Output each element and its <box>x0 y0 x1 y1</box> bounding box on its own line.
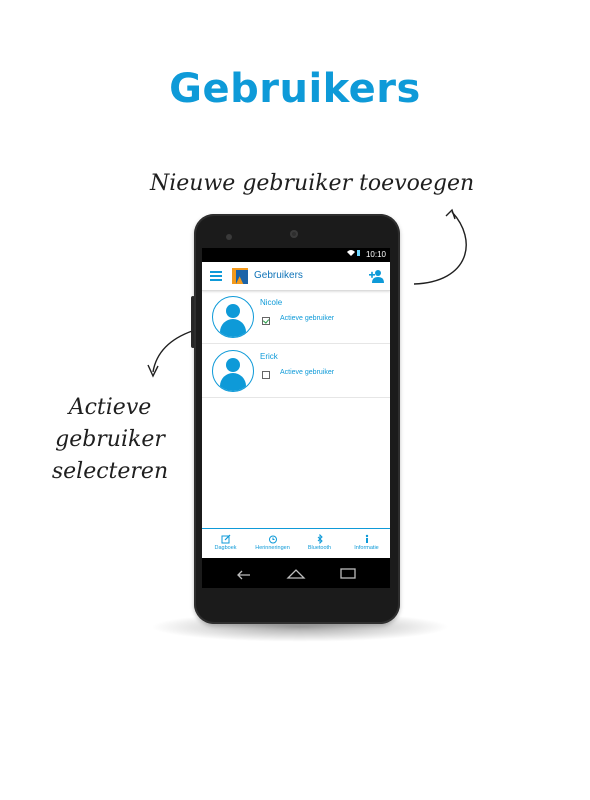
battery-icon <box>357 250 360 256</box>
tab-label: Herinneringen <box>255 545 290 551</box>
callout-line: Actieve <box>68 395 152 420</box>
app-logo <box>232 268 248 284</box>
wifi-icon <box>347 250 360 256</box>
tab-dagboek[interactable]: Dagboek <box>202 529 249 559</box>
status-time: 10:10 <box>365 250 386 259</box>
status-bar: 10:10 <box>202 248 390 262</box>
system-nav-bar <box>202 558 390 588</box>
phone-screen: 10:10 Gebruikers Nicole Actieve gebruike… <box>202 248 390 588</box>
front-camera <box>226 234 232 240</box>
bottom-tab-bar: Dagboek Herinneringen Bluetooth Informat… <box>202 528 390 559</box>
menu-icon[interactable] <box>210 271 222 281</box>
back-icon[interactable] <box>234 566 254 580</box>
tab-label: Bluetooth <box>307 545 332 551</box>
user-row-nicole[interactable]: Nicole Actieve gebruiker <box>202 290 390 344</box>
user-name: Nicole <box>260 298 283 307</box>
arrowhead-add-user <box>445 208 456 220</box>
arrowhead-active-user <box>147 364 159 378</box>
tab-herinneringen[interactable]: Herinneringen <box>249 529 296 559</box>
active-user-label: Actieve gebruiker <box>280 369 335 376</box>
tab-label: Dagboek <box>214 545 237 551</box>
app-bar: Gebruikers <box>202 262 390 291</box>
active-user-checkbox[interactable] <box>262 371 270 379</box>
tab-label: Informatie <box>354 545 379 551</box>
alarm-clock-icon <box>268 535 277 544</box>
tab-bluetooth[interactable]: Bluetooth <box>296 529 343 559</box>
page-headline: Gebruikers <box>169 66 421 112</box>
active-user-label: Actieve gebruiker <box>280 315 335 322</box>
app-title: Gebruikers <box>254 270 303 281</box>
user-list: Nicole Actieve gebruiker Erick Actieve g… <box>202 290 390 398</box>
recents-icon[interactable] <box>338 566 358 580</box>
avatar <box>212 350 254 392</box>
home-icon[interactable] <box>286 566 306 580</box>
callout-line: gebruiker <box>55 427 165 452</box>
earpiece-speaker <box>290 230 298 238</box>
wifi-battery-icons <box>346 248 362 262</box>
callout-add-user: Nieuwe gebruiker toevoegen <box>150 171 475 196</box>
user-row-erick[interactable]: Erick Actieve gebruiker <box>202 344 390 398</box>
info-icon <box>365 534 368 543</box>
edit-icon <box>221 534 230 544</box>
add-user-icon[interactable] <box>368 269 384 283</box>
arrow-to-add-user <box>413 211 467 285</box>
bluetooth-icon <box>317 534 323 544</box>
callout-line: selecteren <box>51 459 169 484</box>
callout-select-active-user: Actieve gebruiker selecteren <box>40 392 180 488</box>
user-name: Erick <box>260 352 278 361</box>
avatar <box>212 296 254 338</box>
active-user-checkbox[interactable] <box>262 317 270 325</box>
tab-informatie[interactable]: Informatie <box>343 529 390 559</box>
